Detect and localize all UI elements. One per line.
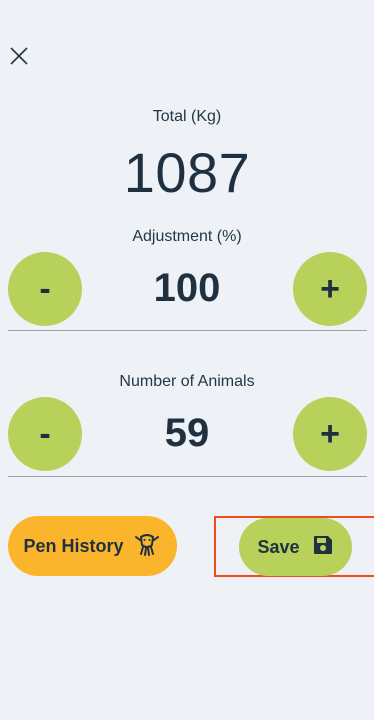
adjustment-label: Adjustment (%)	[132, 228, 242, 245]
animals-stepper: - 59 +	[0, 397, 374, 473]
adjustment-stepper: - 100 +	[0, 252, 374, 328]
cattle-icon	[132, 531, 162, 562]
total-label: Total (Kg)	[152, 108, 222, 125]
save-label: Save	[257, 536, 300, 557]
adjustment-divider	[8, 330, 367, 331]
adjustment-increase-button[interactable]: +	[293, 252, 367, 326]
floppy-disk-icon	[312, 534, 334, 561]
adjustment-value: 100	[153, 266, 221, 310]
pen-history-label: Pen History	[23, 535, 124, 556]
close-button[interactable]	[6, 45, 32, 71]
animals-decrease-button[interactable]: -	[8, 397, 82, 471]
total-value: 1087	[123, 141, 251, 204]
feed-screen: Total (Kg) 1087 Adjustment (%) - 100 + N…	[0, 0, 374, 720]
pen-history-button[interactable]: Pen History	[8, 516, 177, 576]
animals-divider	[8, 476, 367, 477]
close-icon	[8, 45, 30, 72]
adjustment-decrease-button[interactable]: -	[8, 252, 82, 326]
animals-value: 59	[164, 411, 210, 455]
animals-label: Number of Animals	[119, 373, 255, 390]
animals-increase-button[interactable]: +	[293, 397, 367, 471]
save-button[interactable]: Save	[239, 518, 352, 576]
